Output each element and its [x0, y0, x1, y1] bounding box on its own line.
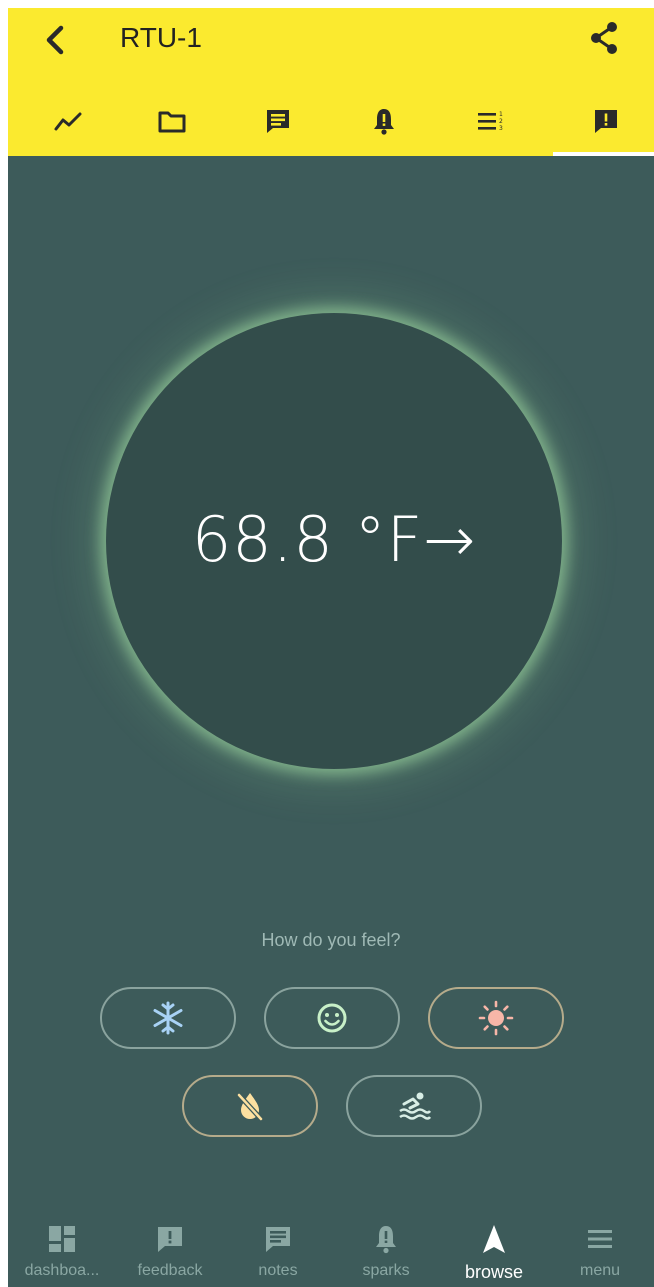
nav-notes[interactable]: notes	[224, 1208, 332, 1287]
nav-label: browse	[464, 1262, 524, 1282]
notes-icon	[266, 1227, 290, 1252]
nav-label: feedback	[137, 1262, 203, 1279]
nav-browse[interactable]: browse	[440, 1208, 548, 1287]
bottom-nav: dashboa... feedback notes sparks browse …	[8, 1208, 654, 1287]
share-button[interactable]	[584, 18, 624, 58]
tab-files[interactable]	[124, 86, 220, 156]
menu-icon	[588, 1230, 612, 1248]
feedback-icon	[158, 1227, 182, 1252]
tab-bar: 1 2 3	[8, 86, 654, 156]
active-tab-indicator	[553, 152, 654, 156]
list-icon: 1 2 3	[478, 111, 503, 132]
nav-label: dashboa...	[24, 1262, 100, 1279]
too-humid-button[interactable]	[346, 1075, 482, 1137]
too-hot-button[interactable]	[428, 987, 564, 1049]
tab-alarms[interactable]	[336, 86, 432, 156]
nav-feedback[interactable]: feedback	[116, 1208, 224, 1287]
bell-icon	[376, 1226, 396, 1254]
feedback-icon	[595, 110, 617, 133]
share-icon	[591, 22, 617, 54]
nav-label: sparks	[362, 1262, 410, 1279]
tab-list[interactable]: 1 2 3	[442, 86, 538, 156]
svg-text:2: 2	[499, 118, 503, 125]
tab-feedback[interactable]	[558, 86, 654, 156]
swimmer-icon	[399, 1092, 432, 1120]
too-cold-button[interactable]	[100, 987, 236, 1049]
bell-icon	[374, 109, 394, 135]
temperature-reading: 68.8 °F→	[191, 503, 477, 576]
tab-notes[interactable]	[230, 86, 326, 156]
folder-icon	[158, 111, 186, 133]
chevron-left-icon	[46, 25, 64, 55]
nav-sparks[interactable]: sparks	[332, 1208, 440, 1287]
svg-text:3: 3	[499, 125, 503, 132]
feedback-question: How do you feel?	[261, 930, 401, 950]
tab-trends[interactable]	[20, 86, 116, 156]
no-drip-icon	[237, 1093, 263, 1121]
nav-dashboard[interactable]: dashboa...	[8, 1208, 116, 1287]
page-title: RTU-1	[120, 22, 202, 53]
navigation-arrow-icon	[483, 1225, 505, 1253]
too-dry-button[interactable]	[182, 1075, 318, 1137]
app-screen: RTU-1 1 2 3 68.8 °F→ How do you feel? da…	[8, 8, 654, 1287]
comfortable-button[interactable]	[264, 987, 400, 1049]
svg-text:1: 1	[499, 111, 503, 118]
header-bar: RTU-1 1 2 3	[8, 8, 654, 156]
notes-icon	[267, 110, 289, 133]
nav-label: notes	[258, 1262, 298, 1279]
temperature-dial: 68.8 °F→	[106, 313, 562, 769]
nav-label: menu	[579, 1262, 621, 1279]
sun-icon	[478, 1000, 514, 1036]
nav-menu[interactable]: menu	[546, 1208, 654, 1287]
back-button[interactable]	[36, 20, 76, 60]
smiley-icon	[317, 1003, 347, 1033]
dashboard-icon	[49, 1226, 75, 1252]
trend-icon	[54, 112, 82, 131]
snowflake-icon	[153, 1001, 183, 1035]
